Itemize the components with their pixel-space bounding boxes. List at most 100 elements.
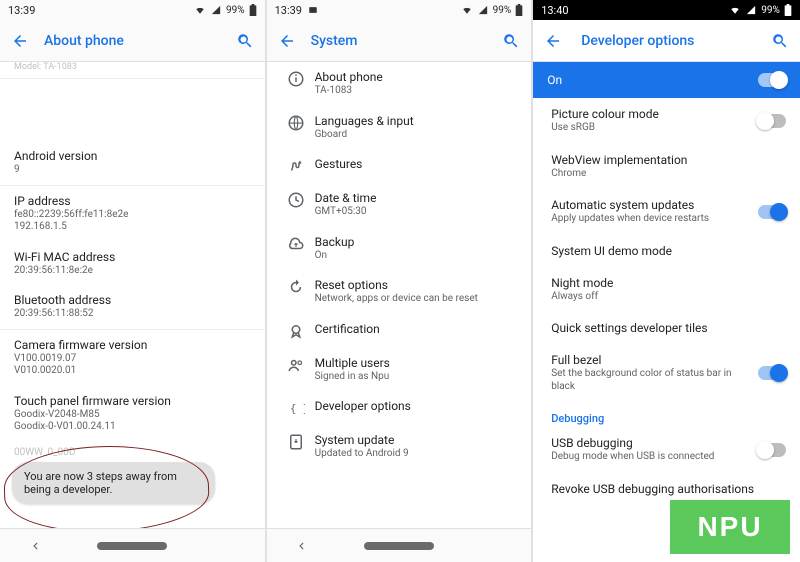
arrow-back-icon <box>11 32 29 50</box>
system-item-clock[interactable]: Date & timeGMT+05:30 <box>267 183 532 227</box>
row-title: Wi-Fi MAC address <box>14 250 251 264</box>
row-title: Quick settings developer tiles <box>551 321 776 335</box>
developer-toast: You are now 3 steps away from being a de… <box>12 462 215 504</box>
system-item-dev[interactable]: { }Developer options <box>267 391 532 425</box>
system-item-cert[interactable]: Certification <box>267 314 532 348</box>
about-mac[interactable]: Wi-Fi MAC address 20:39:56:11:8e:2e <box>0 242 265 286</box>
page-title: System <box>301 33 498 49</box>
appbar: About phone <box>0 20 265 62</box>
hidden-build: 00WW_0_00D <box>0 443 265 464</box>
update-icon <box>277 433 315 451</box>
back-button[interactable] <box>273 32 301 50</box>
row-title: USB debugging <box>551 436 748 450</box>
system-item-cloud[interactable]: BackupOn <box>267 227 532 271</box>
row-sub: Set the background color of status bar i… <box>551 368 748 393</box>
page-title: Developer options <box>567 33 766 49</box>
search-icon <box>502 32 520 50</box>
row-title: About phone <box>315 70 522 84</box>
system-item-reset[interactable]: Reset optionsNetwork, apps or device can… <box>267 270 532 314</box>
nav-back[interactable] <box>28 539 42 553</box>
section-debugging: Debugging <box>533 402 800 427</box>
battery-icon <box>249 4 257 16</box>
statusbar: 13:39 99% <box>267 0 532 20</box>
row-title: Android version <box>14 149 251 163</box>
row-sub: 20:39:56:11:8e:2e <box>14 265 251 278</box>
dev-icon: { } <box>277 399 315 417</box>
about-android-version[interactable]: Android version 9 <box>0 141 265 185</box>
search-icon <box>771 32 789 50</box>
navbar <box>0 528 265 562</box>
cert-icon <box>277 322 315 340</box>
row-title: Touch panel firmware version <box>14 394 251 408</box>
row-title: Bluetooth address <box>14 293 251 307</box>
back-button[interactable] <box>6 32 34 50</box>
arrow-back-icon <box>278 32 296 50</box>
arrow-back-icon <box>544 32 562 50</box>
appbar: Developer options <box>533 20 800 62</box>
about-bt[interactable]: Bluetooth address 20:39:56:11:88:52 <box>0 285 265 329</box>
system-item-users[interactable]: Multiple usersSigned in as Npu <box>267 348 532 392</box>
devopt-0[interactable]: Picture colour modeUse sRGB <box>533 98 800 144</box>
row-title: System UI demo mode <box>551 244 776 258</box>
system-item-gesture[interactable]: Gestures <box>267 149 532 183</box>
model-clip: Model: TA-1083 <box>0 62 265 78</box>
row-title: Backup <box>315 235 522 249</box>
row-sub: Signed in as Npu <box>315 371 522 384</box>
master-toggle-row[interactable]: On <box>533 62 800 98</box>
nav-home-pill[interactable] <box>364 542 434 550</box>
search-button[interactable] <box>497 32 525 50</box>
system-item-info[interactable]: About phoneTA-1083 <box>267 62 532 106</box>
cloud-icon <box>277 235 315 253</box>
reset-icon <box>277 278 315 296</box>
signal-icon <box>210 5 222 15</box>
search-button[interactable] <box>766 32 794 50</box>
debug-1[interactable]: Revoke USB debugging authorisations <box>533 473 800 505</box>
row-title: WebView implementation <box>551 153 776 167</box>
switch-on[interactable] <box>758 205 786 219</box>
row-sub: GMT+05:30 <box>315 206 522 219</box>
row-sub: Use sRGB <box>551 122 748 135</box>
row-sub: 20:39:56:11:88:52 <box>14 308 251 321</box>
wifi-icon <box>729 5 741 15</box>
about-touch-fw[interactable]: Touch panel firmware version Goodix-V204… <box>0 386 265 442</box>
nav-home-pill[interactable] <box>97 542 167 550</box>
row-title: Picture colour mode <box>551 107 748 121</box>
row-title: Automatic system updates <box>551 198 748 212</box>
row-sub: Gboard <box>315 129 522 142</box>
devopt-5[interactable]: Quick settings developer tiles <box>533 312 800 344</box>
switch-off[interactable] <box>758 443 786 457</box>
devopt-6[interactable]: Full bezelSet the background color of st… <box>533 344 800 402</box>
devopt-1[interactable]: WebView implementationChrome <box>533 144 800 190</box>
chevron-left-icon <box>294 539 308 553</box>
devopt-3[interactable]: System UI demo mode <box>533 235 800 267</box>
master-toggle-switch[interactable] <box>758 73 786 87</box>
back-button[interactable] <box>539 32 567 50</box>
switch-on[interactable] <box>758 366 786 380</box>
row-title: Languages & input <box>315 114 522 128</box>
svg-text:{ }: { } <box>290 403 305 415</box>
system-item-globe[interactable]: Languages & inputGboard <box>267 106 532 150</box>
about-ip-address[interactable]: IP address fe80::2239:56ff:fe11:8e2e 192… <box>0 186 265 242</box>
wifi-icon <box>461 5 473 15</box>
signal-icon <box>745 5 757 15</box>
users-icon <box>277 356 315 374</box>
row-title: Revoke USB debugging authorisations <box>551 482 776 496</box>
statusbar: 13:40 99% <box>533 0 800 20</box>
row-sub: Chrome <box>551 168 776 181</box>
row-title: System update <box>315 433 522 447</box>
appbar: System <box>267 20 532 62</box>
devopt-2[interactable]: Automatic system updatesApply updates wh… <box>533 189 800 235</box>
search-button[interactable] <box>231 32 259 50</box>
page-title: About phone <box>34 33 231 49</box>
about-camera-fw[interactable]: Camera firmware version V100.0019.07 V01… <box>0 330 265 386</box>
switch-off[interactable] <box>758 114 786 128</box>
battery-percent: 99% <box>493 5 512 16</box>
debug-0[interactable]: USB debuggingDebug mode when USB is conn… <box>533 427 800 473</box>
devopt-4[interactable]: Night modeAlways off <box>533 267 800 313</box>
row-title: Gestures <box>315 157 522 171</box>
battery-percent: 99% <box>761 5 780 16</box>
row-sub: fe80::2239:56ff:fe11:8e2e 192.168.1.5 <box>14 209 251 234</box>
system-item-update[interactable]: System updateUpdated to Android 9 <box>267 425 532 469</box>
search-icon <box>236 32 254 50</box>
nav-back[interactable] <box>294 539 308 553</box>
